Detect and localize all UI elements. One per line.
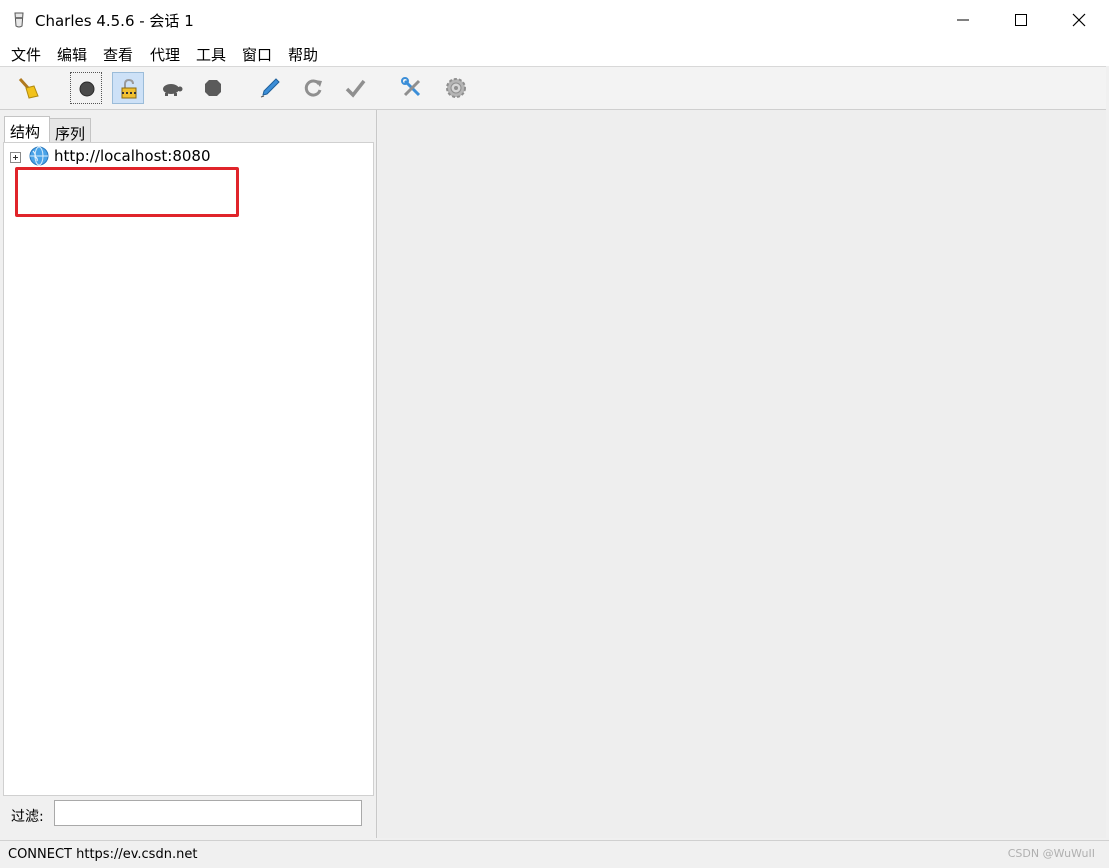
menu-view[interactable]: 查看 xyxy=(103,44,133,65)
record-button[interactable] xyxy=(70,72,102,104)
annotation-highlight-box xyxy=(15,167,239,217)
tree-node[interactable]: http://localhost:8080 xyxy=(4,143,234,169)
globe-icon xyxy=(29,146,49,166)
close-button[interactable] xyxy=(1050,0,1108,40)
tab-structure-label: 结构 xyxy=(10,123,41,141)
close-icon xyxy=(1072,13,1086,27)
record-icon xyxy=(79,81,95,97)
tree-node-label: http://localhost:8080 xyxy=(54,147,211,165)
compose-pen-icon xyxy=(260,78,280,98)
ssl-proxying-button[interactable] xyxy=(112,72,144,104)
breakpoints-button[interactable] xyxy=(197,72,229,104)
menu-tools[interactable]: 工具 xyxy=(196,44,226,65)
repeat-button[interactable] xyxy=(297,72,329,104)
window-title: Charles 4.5.6 - 会话 1 xyxy=(35,12,194,30)
filter-label: 过滤: xyxy=(11,809,44,825)
status-text: CONNECT https://ev.csdn.net xyxy=(8,847,198,862)
clear-session-button[interactable] xyxy=(12,72,44,104)
menu-bar: 文件 编辑 查看 代理 工具 窗口 帮助 xyxy=(0,40,1109,66)
tab-sequence[interactable]: 序列 xyxy=(49,118,91,144)
compose-button[interactable] xyxy=(254,72,286,104)
repeat-icon xyxy=(304,79,322,97)
toolbar xyxy=(0,66,1106,110)
broom-icon xyxy=(18,77,39,99)
settings-gear-icon xyxy=(446,78,466,98)
maximize-button[interactable] xyxy=(992,0,1050,40)
menu-file[interactable]: 文件 xyxy=(11,44,41,65)
ssl-proxy-lock-icon xyxy=(121,78,137,99)
menu-help[interactable]: 帮助 xyxy=(288,44,318,65)
detail-panel xyxy=(378,110,1106,838)
menu-window[interactable]: 窗口 xyxy=(242,44,272,65)
menu-edit[interactable]: 编辑 xyxy=(57,44,87,65)
watermark: CSDN @WuWuII xyxy=(1007,847,1095,860)
tools-button[interactable] xyxy=(396,72,428,104)
throttle-turtle-icon xyxy=(163,84,183,96)
tab-structure[interactable]: 结构 xyxy=(4,116,50,143)
expand-toggle-icon[interactable] xyxy=(10,152,21,163)
menu-proxy[interactable]: 代理 xyxy=(150,44,180,65)
charles-app-icon xyxy=(14,12,24,28)
status-bar: CONNECT https://ev.csdn.net CSDN @WuWuII xyxy=(0,840,1109,868)
minimize-icon xyxy=(957,19,969,21)
tools-icon xyxy=(401,77,421,97)
structure-panel: 结构 序列 http://localhost:8080 过滤: xyxy=(0,110,377,838)
settings-button[interactable] xyxy=(440,72,472,104)
host-tree: http://localhost:8080 xyxy=(3,142,374,796)
maximize-icon xyxy=(1015,14,1027,26)
validate-button[interactable] xyxy=(339,72,371,104)
validate-check-icon xyxy=(345,79,366,98)
breakpoint-icon xyxy=(205,80,221,96)
title-bar: Charles 4.5.6 - 会话 1 xyxy=(0,0,1109,41)
filter-input[interactable] xyxy=(54,800,362,826)
tab-sequence-label: 序列 xyxy=(55,125,86,143)
minimize-button[interactable] xyxy=(934,0,992,40)
throttling-button[interactable] xyxy=(155,72,187,104)
